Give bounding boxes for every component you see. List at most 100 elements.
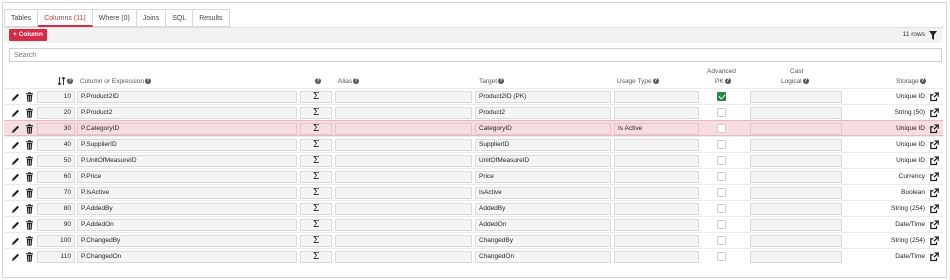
alias-input[interactable]: [335, 219, 472, 231]
alias-input[interactable]: [335, 251, 472, 263]
table-row[interactable]: 100 P.ChangedBy Σ ChangedBy String (254): [4, 232, 943, 248]
external-link-icon[interactable]: [930, 156, 939, 166]
pk-checkbox[interactable]: [717, 236, 726, 245]
expression-input[interactable]: P.AddedBy: [77, 203, 297, 215]
external-link-icon[interactable]: [930, 204, 939, 214]
pk-checkbox[interactable]: [717, 124, 726, 133]
order-input[interactable]: 70: [37, 187, 75, 199]
order-input[interactable]: 80: [37, 203, 75, 215]
usage-type-select[interactable]: [614, 91, 699, 103]
trash-icon[interactable]: [25, 252, 34, 262]
external-link-icon[interactable]: [930, 108, 939, 118]
alias-input[interactable]: [335, 91, 472, 103]
tab-sql[interactable]: SQL: [166, 9, 194, 27]
help-icon[interactable]: ?: [144, 78, 151, 85]
usage-type-select[interactable]: [614, 171, 699, 183]
help-icon[interactable]: ?: [353, 78, 360, 85]
sigma-button[interactable]: Σ: [300, 171, 332, 183]
table-row[interactable]: 40 P.SupplierID Σ SupplierID Unique ID: [4, 136, 943, 152]
expression-input[interactable]: P.IsActive: [77, 187, 297, 199]
help-icon[interactable]: ?: [652, 78, 659, 85]
sigma-button[interactable]: Σ: [300, 91, 332, 103]
logical-select[interactable]: [750, 219, 842, 231]
help-icon[interactable]: ?: [724, 78, 731, 85]
logical-select[interactable]: [750, 235, 842, 247]
edit-icon[interactable]: [11, 204, 20, 214]
target-input[interactable]: UnitOfMeasureID: [475, 155, 611, 167]
expression-input[interactable]: P.SupplierID: [77, 139, 297, 151]
pk-checkbox[interactable]: [717, 252, 726, 261]
target-input[interactable]: AddedOn: [475, 219, 611, 231]
trash-icon[interactable]: [25, 92, 34, 102]
sigma-button[interactable]: Σ: [300, 203, 332, 215]
edit-icon[interactable]: [11, 108, 20, 118]
external-link-icon[interactable]: [930, 92, 939, 102]
external-link-icon[interactable]: [930, 172, 939, 182]
usage-type-select[interactable]: [614, 187, 699, 199]
pk-checkbox[interactable]: [717, 172, 726, 181]
target-input[interactable]: SupplierID: [475, 139, 611, 151]
expression-input[interactable]: P.ChangedOn: [77, 251, 297, 263]
target-input[interactable]: ChangedBy: [475, 235, 611, 247]
expression-input[interactable]: P.Product2ID: [77, 91, 297, 103]
sort-order-header[interactable]: ?: [57, 76, 73, 86]
order-input[interactable]: 50: [37, 155, 75, 167]
alias-input[interactable]: [335, 155, 472, 167]
table-row[interactable]: 110 P.ChangedOn Σ ChangedOn Date/Time: [4, 248, 943, 264]
edit-icon[interactable]: [11, 252, 20, 262]
trash-icon[interactable]: [25, 204, 34, 214]
logical-select[interactable]: [750, 91, 842, 103]
trash-icon[interactable]: [25, 220, 34, 230]
sigma-button[interactable]: Σ: [300, 187, 332, 199]
trash-icon[interactable]: [25, 172, 34, 182]
target-input[interactable]: ChangedOn: [475, 251, 611, 263]
alias-input[interactable]: [335, 171, 472, 183]
logical-select[interactable]: [750, 187, 842, 199]
external-link-icon[interactable]: [930, 236, 939, 246]
usage-type-select[interactable]: [614, 219, 699, 231]
sigma-button[interactable]: Σ: [300, 251, 332, 263]
pk-checkbox[interactable]: [717, 188, 726, 197]
expression-input[interactable]: P.UnitOfMeasureID: [77, 155, 297, 167]
trash-icon[interactable]: [25, 236, 34, 246]
help-icon[interactable]: ?: [919, 78, 926, 85]
external-link-icon[interactable]: [930, 188, 939, 198]
alias-input[interactable]: [335, 107, 472, 119]
edit-icon[interactable]: [11, 236, 20, 246]
expression-input[interactable]: P.CategoryID: [77, 123, 297, 135]
edit-icon[interactable]: [11, 156, 20, 166]
logical-select[interactable]: [750, 251, 842, 263]
sigma-button[interactable]: Σ: [300, 155, 332, 167]
alias-input[interactable]: [335, 203, 472, 215]
logical-select[interactable]: [750, 203, 842, 215]
sigma-button[interactable]: Σ: [300, 139, 332, 151]
usage-type-select[interactable]: [614, 139, 699, 151]
expression-input[interactable]: P.ChangedBy: [77, 235, 297, 247]
external-link-icon[interactable]: [930, 124, 939, 134]
tab-joins[interactable]: Joins: [136, 9, 167, 27]
table-row[interactable]: 20 P.Product2 Σ Product2 String (50): [4, 104, 943, 120]
logical-select[interactable]: [750, 107, 842, 119]
order-input[interactable]: 110: [37, 251, 75, 263]
tab-where-0[interactable]: Where (0): [92, 9, 137, 27]
table-row[interactable]: 80 P.AddedBy Σ AddedBy String (254): [4, 200, 943, 216]
usage-type-select[interactable]: [614, 251, 699, 263]
logical-select[interactable]: [750, 139, 842, 151]
add-column-button[interactable]: + Column: [9, 29, 47, 41]
alias-input[interactable]: [335, 187, 472, 199]
sort-icon[interactable]: [57, 76, 66, 86]
usage-type-select[interactable]: [614, 203, 699, 215]
usage-type-select[interactable]: Is Active: [614, 123, 699, 135]
help-icon[interactable]: ?: [67, 78, 73, 84]
target-input[interactable]: Price: [475, 171, 611, 183]
trash-icon[interactable]: [25, 188, 34, 198]
alias-input[interactable]: [335, 123, 472, 135]
edit-icon[interactable]: [11, 220, 20, 230]
trash-icon[interactable]: [25, 140, 34, 150]
edit-icon[interactable]: [11, 172, 20, 182]
sigma-button[interactable]: Σ: [300, 235, 332, 247]
usage-type-select[interactable]: [614, 155, 699, 167]
filter-icon[interactable]: [929, 31, 937, 40]
external-link-icon[interactable]: [930, 140, 939, 150]
pk-checkbox[interactable]: [717, 140, 726, 149]
